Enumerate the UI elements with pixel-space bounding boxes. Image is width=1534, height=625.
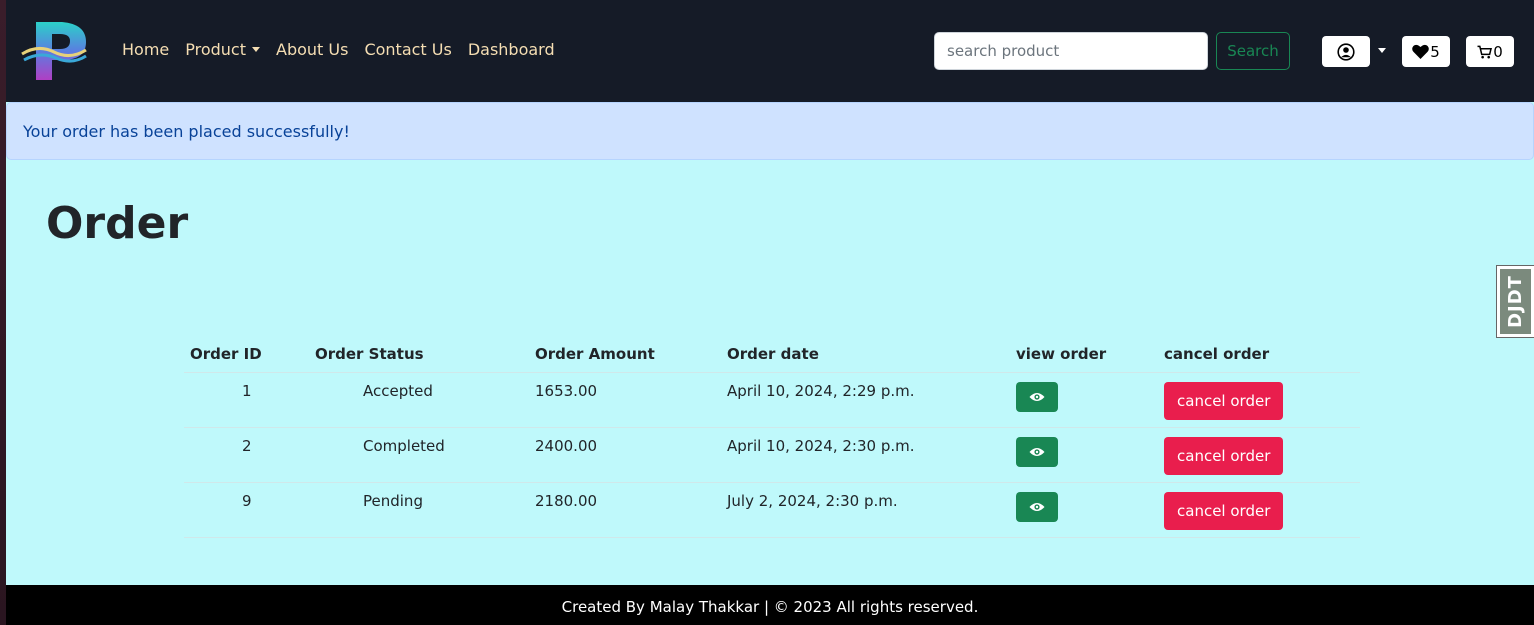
view-order-button[interactable] bbox=[1016, 381, 1058, 412]
table-header-row: Order ID Order Status Order Amount Order… bbox=[184, 336, 1360, 373]
cancel-order-cell: cancel order bbox=[1158, 482, 1360, 538]
cancel-order-button[interactable]: cancel order bbox=[1164, 381, 1284, 420]
col-order-id: Order ID bbox=[184, 336, 309, 373]
order-date: April 10, 2024, 2:29 p.m. bbox=[727, 381, 915, 400]
wishlist-button[interactable]: 5 bbox=[1402, 36, 1450, 67]
djdt-handle-inner: DJDT bbox=[1500, 269, 1531, 334]
eye-icon bbox=[1029, 502, 1045, 511]
order-date: April 10, 2024, 2:30 p.m. bbox=[727, 436, 915, 455]
order-amount-cell: 2180.00 bbox=[529, 482, 721, 538]
wishlist-count: 5 bbox=[1430, 42, 1440, 61]
cancel-order-cell: cancel order bbox=[1158, 427, 1360, 483]
nav-about-link[interactable]: About Us bbox=[276, 40, 348, 59]
col-order-amount: Order Amount bbox=[529, 336, 721, 373]
order-amount-cell: 2400.00 bbox=[529, 427, 721, 483]
order-date-cell: July 2, 2024, 2:30 p.m. bbox=[721, 482, 1010, 538]
cart-icon bbox=[1477, 45, 1493, 58]
eye-icon bbox=[1029, 392, 1045, 401]
col-order-status: Order Status bbox=[309, 336, 529, 373]
order-amount: 2400.00 bbox=[535, 436, 598, 455]
alert-message: Your order has been placed successfully! bbox=[23, 122, 350, 141]
view-order-cell bbox=[1010, 427, 1158, 483]
order-id: 1 bbox=[242, 381, 252, 400]
nav-product-label: Product bbox=[185, 40, 246, 59]
order-status-cell: Pending bbox=[309, 482, 529, 538]
order-amount-cell: 1653.00 bbox=[529, 372, 721, 428]
order-status-cell: Completed bbox=[309, 427, 529, 483]
order-id-cell: 9 bbox=[184, 482, 309, 538]
nav-dashboard-link[interactable]: Dashboard bbox=[468, 40, 555, 59]
col-cancel-order: cancel order bbox=[1158, 336, 1360, 373]
user-circle-icon bbox=[1337, 42, 1355, 61]
user-menu-button[interactable] bbox=[1322, 36, 1370, 67]
col-view-order: view order bbox=[1010, 336, 1158, 373]
order-status-cell: Accepted bbox=[309, 372, 529, 428]
eye-icon bbox=[1029, 447, 1045, 456]
col-order-date: Order date bbox=[721, 336, 1010, 373]
table-row: 1 Accepted 1653.00 April 10, 2024, 2:29 … bbox=[184, 372, 1360, 428]
nav-links: Home Product About Us Contact Us Dashboa… bbox=[122, 40, 571, 59]
cart-button[interactable]: 0 bbox=[1466, 36, 1514, 67]
nav-home-link[interactable]: Home bbox=[122, 40, 169, 59]
heart-icon bbox=[1412, 44, 1430, 59]
table-row: 2 Completed 2400.00 April 10, 2024, 2:30… bbox=[184, 427, 1360, 483]
order-date-cell: April 10, 2024, 2:29 p.m. bbox=[721, 372, 1010, 428]
search-input[interactable] bbox=[934, 32, 1208, 70]
nav-contact-link[interactable]: Contact Us bbox=[364, 40, 451, 59]
cancel-order-cell: cancel order bbox=[1158, 372, 1360, 428]
table-row: 9 Pending 2180.00 July 2, 2024, 2:30 p.m… bbox=[184, 482, 1360, 538]
footer-text: Created By Malay Thakkar | © 2023 All ri… bbox=[561, 598, 979, 616]
cancel-order-button[interactable]: cancel order bbox=[1164, 491, 1284, 530]
order-status: Pending bbox=[363, 491, 423, 510]
order-id: 9 bbox=[242, 491, 252, 510]
search-button[interactable]: Search bbox=[1216, 32, 1290, 70]
footer: Created By Malay Thakkar | © 2023 All ri… bbox=[6, 585, 1534, 625]
view-order-button[interactable] bbox=[1016, 491, 1058, 522]
nav-product-dropdown[interactable]: Product bbox=[185, 40, 260, 59]
order-id-cell: 2 bbox=[184, 427, 309, 483]
success-alert: Your order has been placed successfully! bbox=[6, 102, 1534, 160]
orders-table: Order ID Order Status Order Amount Order… bbox=[184, 336, 1360, 538]
cancel-order-button[interactable]: cancel order bbox=[1164, 436, 1284, 475]
order-id-cell: 1 bbox=[184, 372, 309, 428]
cart-count: 0 bbox=[1493, 42, 1503, 61]
view-order-cell bbox=[1010, 372, 1158, 428]
order-date: July 2, 2024, 2:30 p.m. bbox=[727, 491, 898, 510]
navbar: Home Product About Us Contact Us Dashboa… bbox=[6, 0, 1534, 102]
order-amount: 2180.00 bbox=[535, 491, 598, 510]
view-order-cell bbox=[1010, 482, 1158, 538]
order-date-cell: April 10, 2024, 2:30 p.m. bbox=[721, 427, 1010, 483]
djdt-label: DJDT bbox=[1505, 275, 1527, 328]
order-status: Accepted bbox=[363, 381, 433, 400]
view-order-button[interactable] bbox=[1016, 436, 1058, 467]
django-debug-toolbar-handle[interactable]: DJDT bbox=[1496, 265, 1534, 338]
letter-p-logo[interactable] bbox=[20, 18, 90, 84]
order-id: 2 bbox=[242, 436, 252, 455]
page-title: Order bbox=[46, 198, 189, 249]
order-amount: 1653.00 bbox=[535, 381, 598, 400]
user-chevron-down-icon[interactable] bbox=[1378, 48, 1386, 53]
order-status: Completed bbox=[363, 436, 445, 455]
chevron-down-icon bbox=[252, 47, 260, 52]
